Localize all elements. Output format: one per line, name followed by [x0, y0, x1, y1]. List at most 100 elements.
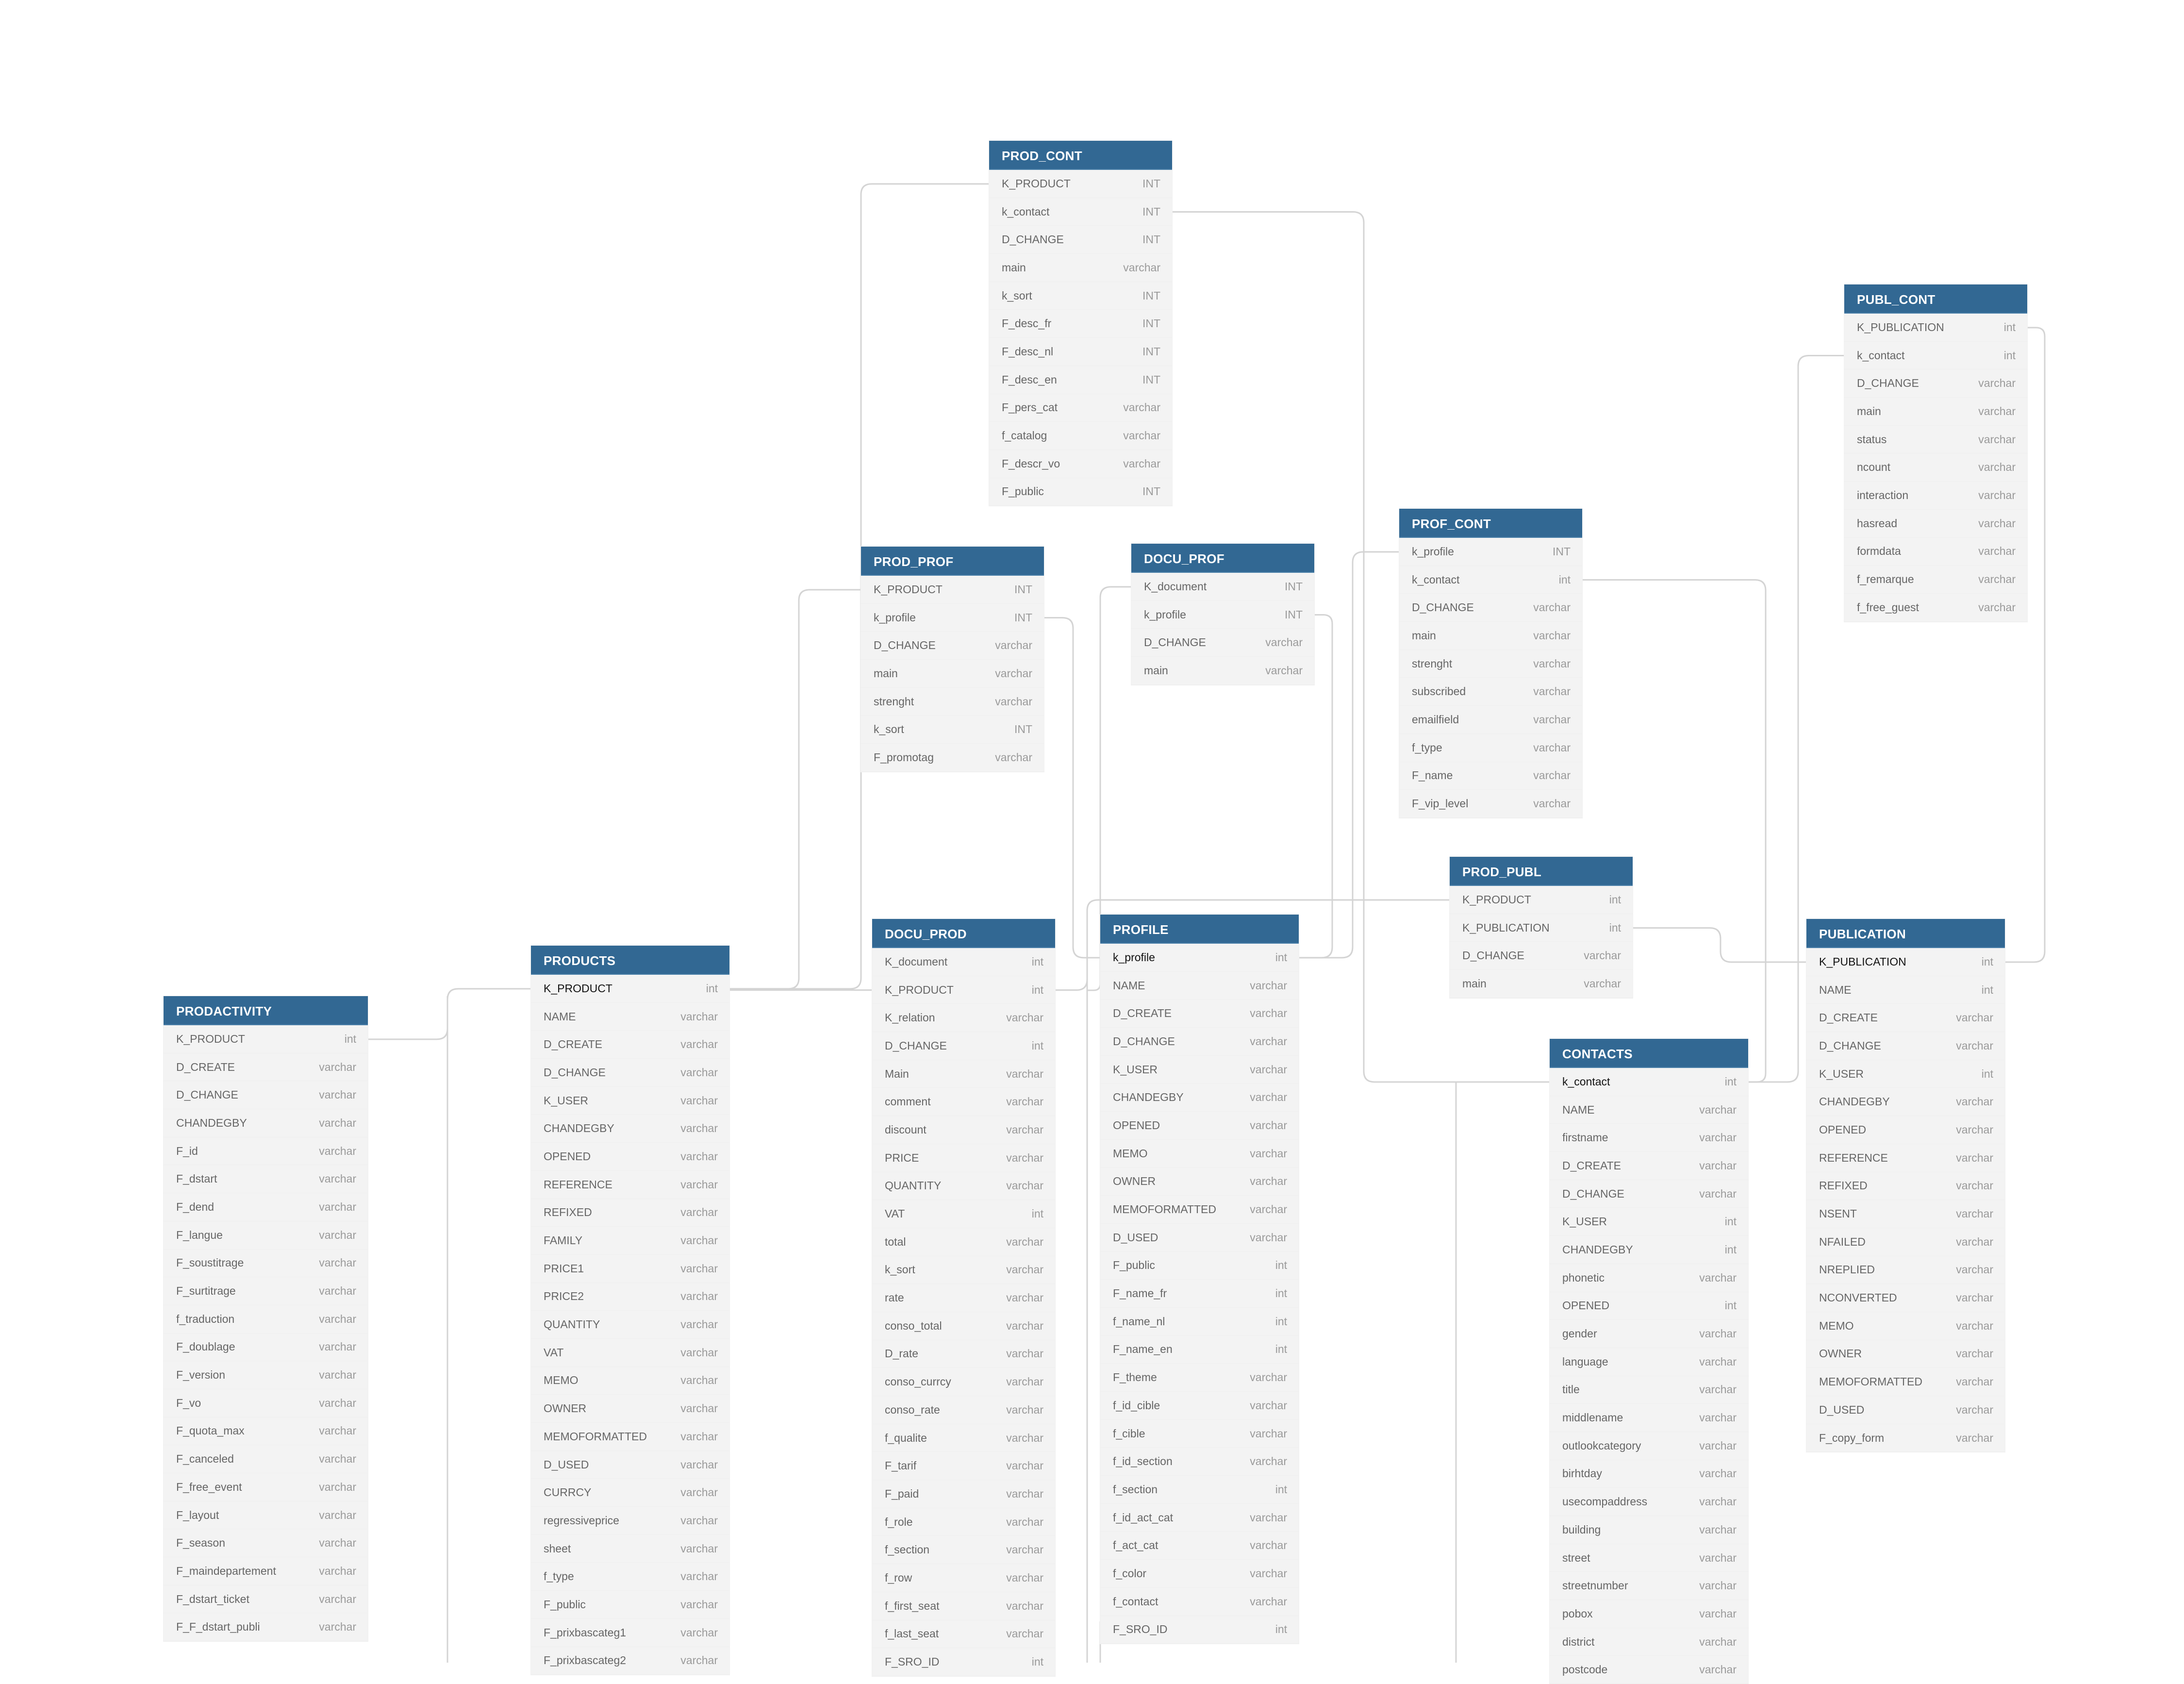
field-row[interactable]: f_role varchar: [872, 1508, 1055, 1536]
field-row[interactable]: k_sort INT: [861, 716, 1044, 744]
field-row[interactable]: F_name_en int: [1100, 1336, 1299, 1364]
field-row[interactable]: f_remarque varchar: [1844, 566, 2027, 594]
field-row[interactable]: VAT int: [872, 1200, 1055, 1228]
field-row[interactable]: title varchar: [1550, 1376, 1748, 1404]
field-row[interactable]: F_dstart varchar: [164, 1165, 368, 1194]
field-row[interactable]: REFIXED varchar: [531, 1199, 729, 1227]
table-header[interactable]: PROF_CONT: [1399, 509, 1582, 538]
field-row[interactable]: rate varchar: [872, 1284, 1055, 1312]
field-row[interactable]: k_profile INT: [1399, 538, 1582, 566]
field-row[interactable]: F_public INT: [989, 478, 1172, 506]
field-row[interactable]: PRICE1 varchar: [531, 1255, 729, 1283]
field-row[interactable]: F_SRO_ID int: [872, 1648, 1055, 1676]
field-row[interactable]: f_id_act_cat varchar: [1100, 1504, 1299, 1532]
field-row[interactable]: k_contact int: [1399, 566, 1582, 594]
field-row[interactable]: F_desc_en INT: [989, 366, 1172, 394]
field-row[interactable]: f_color varchar: [1100, 1560, 1299, 1588]
field-row[interactable]: D_CHANGE varchar: [1806, 1032, 2005, 1060]
field-row[interactable]: F_free_event varchar: [164, 1473, 368, 1501]
field-row[interactable]: strenght varchar: [861, 688, 1044, 716]
table-header[interactable]: CONTACTS: [1550, 1039, 1748, 1068]
field-row[interactable]: formdata varchar: [1844, 538, 2027, 566]
table-prod-prof[interactable]: PROD_PROF K_PRODUCT INT k_profile INT D_CHANG…: [861, 547, 1044, 772]
field-row[interactable]: OPENED varchar: [1806, 1116, 2005, 1144]
field-row[interactable]: NCONVERTED varchar: [1806, 1284, 2005, 1312]
field-row[interactable]: K_USER int: [1806, 1060, 2005, 1088]
field-row[interactable]: NAME varchar: [531, 1003, 729, 1031]
field-row[interactable]: F_public int: [1100, 1252, 1299, 1280]
field-row[interactable]: PRICE2 varchar: [531, 1283, 729, 1311]
field-row[interactable]: K_PUBLICATION int: [1806, 948, 2005, 976]
relationship-line[interactable]: [729, 589, 861, 990]
field-row[interactable]: QUANTITY varchar: [531, 1311, 729, 1339]
field-row[interactable]: F_vip_level varchar: [1399, 790, 1582, 818]
field-row[interactable]: strenght varchar: [1399, 650, 1582, 678]
field-row[interactable]: K_PRODUCT int: [531, 975, 729, 1003]
field-row[interactable]: NAME varchar: [1550, 1096, 1748, 1124]
field-row[interactable]: F_langue varchar: [164, 1221, 368, 1250]
field-row[interactable]: k_profile int: [1100, 944, 1299, 972]
field-row[interactable]: K_USER varchar: [531, 1087, 729, 1115]
field-row[interactable]: F_name varchar: [1399, 762, 1582, 790]
table-header[interactable]: PROD_PUBL: [1450, 857, 1633, 886]
field-row[interactable]: phonetic varchar: [1550, 1264, 1748, 1292]
field-row[interactable]: outlookcategory varchar: [1550, 1432, 1748, 1460]
field-row[interactable]: F_theme varchar: [1100, 1364, 1299, 1392]
field-row[interactable]: NFAILED varchar: [1806, 1228, 2005, 1256]
table-publication[interactable]: PUBLICATION K_PUBLICATION int NAME int D_CREA…: [1806, 919, 2005, 1452]
table-prod-publ[interactable]: PROD_PUBL K_PRODUCT int K_PUBLICATION int D_C…: [1450, 857, 1633, 998]
field-row[interactable]: D_USED varchar: [1100, 1224, 1299, 1252]
field-row[interactable]: f_section int: [1100, 1476, 1299, 1504]
field-row[interactable]: f_section varchar: [872, 1536, 1055, 1565]
field-row[interactable]: PRICE varchar: [872, 1144, 1055, 1172]
field-row[interactable]: D_CREATE varchar: [1806, 1004, 2005, 1033]
field-row[interactable]: REFIXED varchar: [1806, 1172, 2005, 1200]
field-row[interactable]: K_PRODUCT int: [1450, 886, 1633, 914]
field-row[interactable]: f_contact varchar: [1100, 1588, 1299, 1616]
field-row[interactable]: streetnumber varchar: [1550, 1572, 1748, 1601]
field-row[interactable]: D_rate varchar: [872, 1340, 1055, 1368]
field-row[interactable]: NAME varchar: [1100, 972, 1299, 1000]
field-row[interactable]: K_PRODUCT int: [164, 1025, 368, 1053]
table-header[interactable]: DOCU_PROF: [1131, 544, 1314, 573]
table-publ-cont[interactable]: PUBL_CONT K_PUBLICATION int k_contact int D_C…: [1844, 284, 2027, 622]
field-row[interactable]: main varchar: [1450, 970, 1633, 998]
field-row[interactable]: f_id_cible varchar: [1100, 1392, 1299, 1420]
table-header[interactable]: PRODACTIVITY: [164, 996, 368, 1025]
table-prodactivity[interactable]: PRODACTIVITY K_PRODUCT int D_CREATE varchar D…: [164, 996, 368, 1642]
field-row[interactable]: usecompaddress varchar: [1550, 1488, 1748, 1516]
field-row[interactable]: F_version varchar: [164, 1361, 368, 1389]
field-row[interactable]: F_layout varchar: [164, 1501, 368, 1530]
field-row[interactable]: F_paid varchar: [872, 1480, 1055, 1508]
field-row[interactable]: OWNER varchar: [1100, 1168, 1299, 1196]
field-row[interactable]: comment varchar: [872, 1088, 1055, 1117]
field-row[interactable]: language varchar: [1550, 1348, 1748, 1376]
field-row[interactable]: building varchar: [1550, 1516, 1748, 1544]
field-row[interactable]: MEMOFORMATTED varchar: [1100, 1196, 1299, 1224]
field-row[interactable]: F_F_dstart_publi varchar: [164, 1613, 368, 1642]
relationship-line[interactable]: [1633, 927, 1806, 963]
table-header[interactable]: PROFILE: [1100, 915, 1299, 944]
field-row[interactable]: OPENED int: [1550, 1292, 1748, 1320]
field-row[interactable]: ncount varchar: [1844, 453, 2027, 482]
relationship-line[interactable]: [1044, 617, 1100, 959]
field-row[interactable]: f_last_seat varchar: [872, 1620, 1055, 1649]
diagram-canvas[interactable]: PROD_CONT K_PRODUCT INT k_contact INT D_CHANG…: [0, 0, 2184, 1684]
table-header[interactable]: PROD_PROF: [861, 547, 1044, 576]
field-row[interactable]: discount varchar: [872, 1116, 1055, 1144]
field-row[interactable]: F_soustitrage varchar: [164, 1250, 368, 1278]
field-row[interactable]: F_dstart_ticket varchar: [164, 1585, 368, 1614]
field-row[interactable]: F_id varchar: [164, 1137, 368, 1166]
field-row[interactable]: F_pers_cat varchar: [989, 394, 1172, 422]
field-row[interactable]: OWNER varchar: [1806, 1340, 2005, 1368]
field-row[interactable]: D_CHANGE varchar: [1550, 1180, 1748, 1208]
field-row[interactable]: D_CHANGE varchar: [1450, 942, 1633, 970]
table-contacts[interactable]: CONTACTS k_contact int NAME varchar firstname…: [1550, 1039, 1748, 1684]
field-row[interactable]: main varchar: [861, 660, 1044, 688]
field-row[interactable]: F_prixbascateg1 varchar: [531, 1619, 729, 1647]
field-row[interactable]: birhtday varchar: [1550, 1460, 1748, 1488]
field-row[interactable]: f_catalog varchar: [989, 422, 1172, 450]
field-row[interactable]: f_qualite varchar: [872, 1424, 1055, 1452]
field-row[interactable]: K_PUBLICATION int: [1450, 914, 1633, 942]
field-row[interactable]: D_CHANGE varchar: [1844, 369, 2027, 398]
